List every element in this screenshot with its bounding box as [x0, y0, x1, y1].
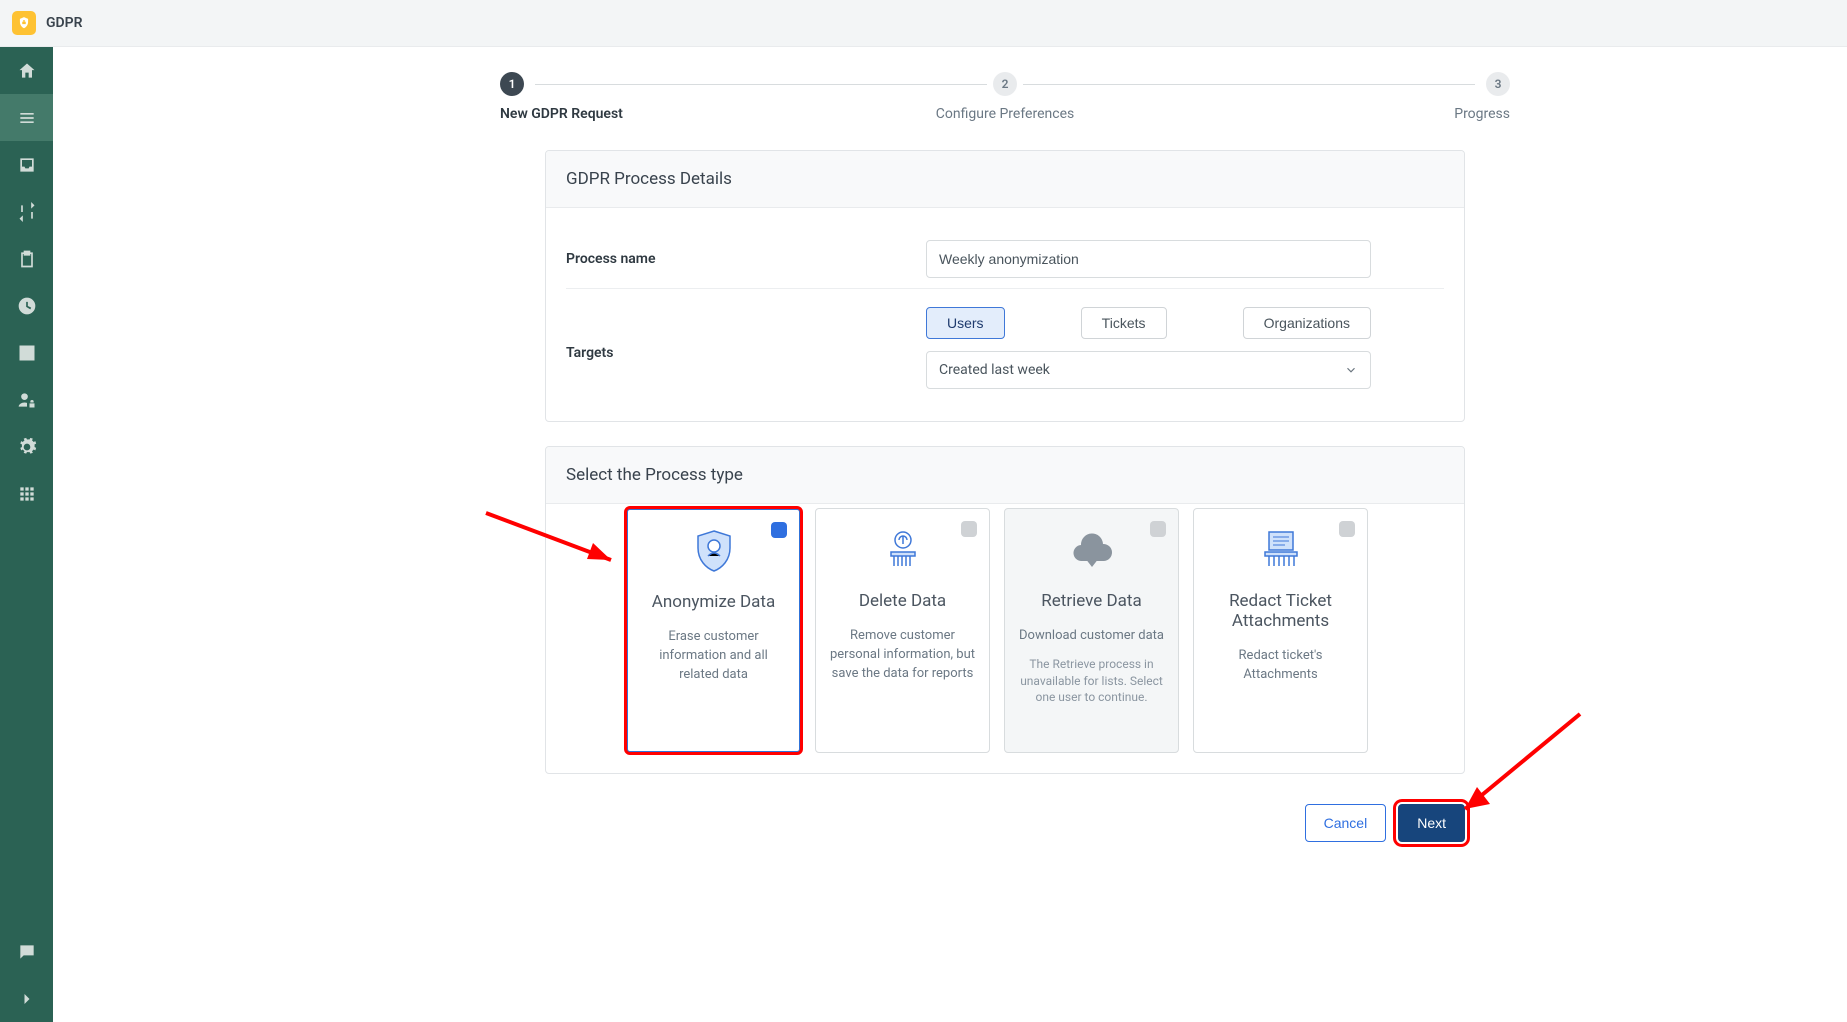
- app-logo: [12, 11, 36, 35]
- sidebar-chat[interactable]: [0, 928, 53, 975]
- details-panel: GDPR Process Details Process name Target…: [545, 150, 1465, 422]
- chevron-down-icon: [1344, 363, 1358, 377]
- step-label-1: New GDPR Request: [500, 106, 837, 122]
- anonymize-icon: [640, 528, 787, 574]
- user-lock-icon: [17, 390, 37, 410]
- chat-icon: [17, 942, 37, 962]
- card-redact[interactable]: Redact Ticket Attachments Redact ticket'…: [1193, 508, 1368, 753]
- sidebar-expand[interactable]: [0, 975, 53, 1022]
- chevron-right-icon: [17, 989, 37, 1009]
- card-title: Delete Data: [828, 591, 977, 611]
- process-type-panel: Select the Process type Anonymize Data E…: [545, 446, 1465, 774]
- card-title: Redact Ticket Attachments: [1206, 591, 1355, 631]
- target-tickets[interactable]: Tickets: [1081, 307, 1167, 339]
- sidebar-apps[interactable]: [0, 470, 53, 517]
- process-cards: Anonymize Data Erase customer informatio…: [546, 504, 1464, 773]
- sidebar-clipboard[interactable]: [0, 235, 53, 282]
- target-users[interactable]: Users: [926, 307, 1005, 339]
- targets-row: Targets Users Tickets Organizations Crea…: [566, 289, 1444, 399]
- sidebar-clock[interactable]: [0, 282, 53, 329]
- card-title: Retrieve Data: [1017, 591, 1166, 611]
- step-3[interactable]: 3 Progress: [1173, 72, 1510, 122]
- cancel-button[interactable]: Cancel: [1305, 804, 1387, 842]
- clipboard-icon: [17, 249, 37, 269]
- card-anonymize[interactable]: Anonymize Data Erase customer informatio…: [626, 508, 801, 753]
- details-panel-header: GDPR Process Details: [546, 151, 1464, 208]
- process-name-label: Process name: [566, 251, 926, 267]
- sidebar-home[interactable]: [0, 47, 53, 94]
- card-note: The Retrieve process in unavailable for …: [1017, 656, 1166, 706]
- sidebar-analytics[interactable]: [0, 329, 53, 376]
- sidebar-user-lock[interactable]: [0, 376, 53, 423]
- delete-icon: [828, 527, 977, 573]
- chart-icon: [17, 343, 37, 363]
- process-name-row: Process name: [566, 230, 1444, 289]
- process-name-input[interactable]: [926, 240, 1371, 278]
- step-circle-2: 2: [993, 72, 1017, 96]
- clock-icon: [17, 296, 37, 316]
- grid-icon: [17, 484, 37, 504]
- card-desc: Erase customer information and all relat…: [640, 628, 787, 685]
- next-button[interactable]: Next: [1398, 804, 1465, 842]
- target-filter-value: Created last week: [939, 362, 1050, 378]
- redact-icon: [1206, 527, 1355, 573]
- step-label-2: Configure Preferences: [837, 106, 1174, 122]
- card-desc: Remove customer personal information, bu…: [828, 627, 977, 684]
- process-type-header: Select the Process type: [546, 447, 1464, 504]
- footer-buttons: Cancel Next: [545, 804, 1465, 842]
- app-title: GDPR: [46, 15, 83, 31]
- retrieve-icon: [1017, 527, 1166, 573]
- sidebar-lists[interactable]: [0, 94, 53, 141]
- list-icon: [17, 108, 37, 128]
- transfer-icon: [17, 202, 37, 222]
- top-header: GDPR: [0, 0, 1847, 47]
- main-content: 1 New GDPR Request 2 Configure Preferenc…: [53, 47, 1847, 882]
- sidebar-transfer[interactable]: [0, 188, 53, 235]
- card-delete[interactable]: Delete Data Remove customer personal inf…: [815, 508, 990, 753]
- target-filter-select[interactable]: Created last week: [926, 351, 1371, 389]
- card-check-icon: [1150, 521, 1166, 537]
- step-1[interactable]: 1 New GDPR Request: [500, 72, 837, 122]
- step-circle-1: 1: [500, 72, 524, 96]
- target-organizations[interactable]: Organizations: [1243, 307, 1371, 339]
- target-buttons: Users Tickets Organizations: [926, 307, 1371, 339]
- gear-icon: [17, 437, 37, 457]
- step-label-3: Progress: [1173, 106, 1510, 122]
- card-title: Anonymize Data: [640, 592, 787, 612]
- sidebar-settings[interactable]: [0, 423, 53, 470]
- sidebar-inbox[interactable]: [0, 141, 53, 188]
- step-circle-3: 3: [1486, 72, 1510, 96]
- card-desc: Download customer data: [1017, 627, 1166, 646]
- card-retrieve: Retrieve Data Download customer data The…: [1004, 508, 1179, 753]
- step-2[interactable]: 2 Configure Preferences: [837, 72, 1174, 122]
- sidebar: [0, 47, 53, 1022]
- stepper: 1 New GDPR Request 2 Configure Preferenc…: [500, 72, 1510, 122]
- card-check-icon: [771, 522, 787, 538]
- shield-lock-icon: [17, 16, 31, 30]
- inbox-icon: [17, 155, 37, 175]
- targets-label: Targets: [566, 307, 926, 361]
- card-desc: Redact ticket's Attachments: [1206, 647, 1355, 685]
- card-check-icon: [961, 521, 977, 537]
- home-icon: [17, 61, 37, 81]
- card-check-icon: [1339, 521, 1355, 537]
